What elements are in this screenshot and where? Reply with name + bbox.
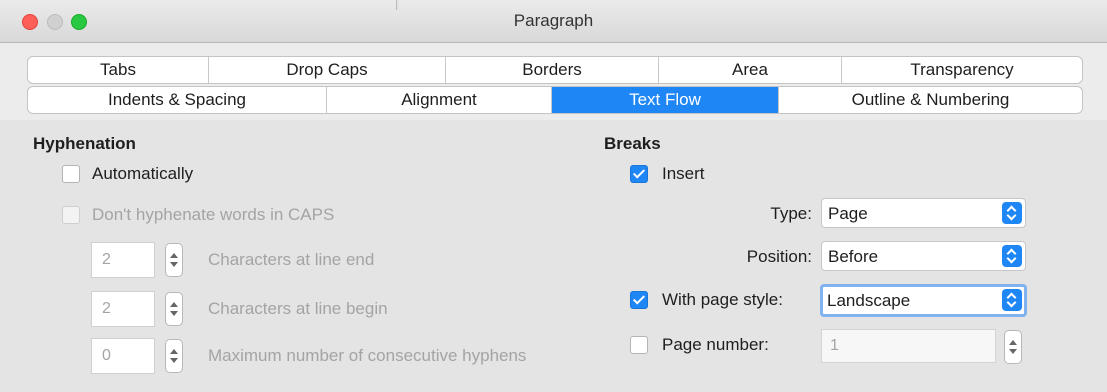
page-style-select[interactable]: Landscape <box>820 284 1027 317</box>
tab-borders[interactable]: Borders <box>446 57 659 83</box>
tab-tabs[interactable]: Tabs <box>28 57 209 83</box>
automatically-label: Automatically <box>92 164 194 183</box>
line-begin-stepper-icon[interactable] <box>165 292 183 326</box>
type-select[interactable]: Page <box>821 198 1026 228</box>
chevron-updown-icon <box>1002 289 1022 311</box>
tab-indents-spacing[interactable]: Indents & Spacing <box>28 87 327 113</box>
position-label: Position: <box>746 247 812 266</box>
line-end-field[interactable]: 2 <box>91 242 155 278</box>
tab-area[interactable]: Area <box>659 57 842 83</box>
insert-checkbox[interactable] <box>630 165 648 183</box>
tab-outline-numbering[interactable]: Outline & Numbering <box>779 87 1082 113</box>
page-number-checkbox[interactable] <box>630 336 648 354</box>
type-value: Page <box>828 204 868 223</box>
caps-checkbox[interactable] <box>62 206 80 224</box>
background-window-edge <box>396 0 399 10</box>
page-style-value: Landscape <box>827 291 911 310</box>
hyphenation-heading: Hyphenation <box>33 134 136 153</box>
position-value: Before <box>828 247 879 266</box>
caps-label: Don't hyphenate words in CAPS <box>92 205 335 224</box>
page-number-label: Page number: <box>662 335 769 354</box>
page-number-stepper-icon[interactable] <box>1004 330 1022 364</box>
position-select[interactable]: Before <box>821 241 1026 271</box>
title-bar: Paragraph <box>0 0 1107 43</box>
breaks-heading: Breaks <box>604 134 661 153</box>
line-begin-field[interactable]: 2 <box>91 291 155 327</box>
tab-transparency[interactable]: Transparency <box>842 57 1082 83</box>
max-hyphens-stepper-icon[interactable] <box>165 339 183 373</box>
max-hyphens-field[interactable]: 0 <box>91 338 155 374</box>
chevron-updown-icon <box>1002 245 1022 267</box>
tab-text-flow[interactable]: Text Flow <box>552 87 779 113</box>
text-flow-panel: Hyphenation Automatically Don't hyphenat… <box>0 120 1107 392</box>
max-hyphens-label: Maximum number of consecutive hyphens <box>208 346 527 365</box>
page-style-checkbox[interactable] <box>630 291 648 309</box>
type-label: Type: <box>770 204 812 223</box>
tab-alignment[interactable]: Alignment <box>327 87 552 113</box>
line-begin-label: Characters at line begin <box>208 299 388 318</box>
tab-bar-top: Tabs Drop Caps Borders Area Transparency <box>27 56 1083 84</box>
window-title: Paragraph <box>513 11 594 30</box>
chevron-updown-icon <box>1002 202 1022 224</box>
tab-drop-caps[interactable]: Drop Caps <box>209 57 446 83</box>
automatically-checkbox[interactable] <box>62 165 80 183</box>
page-number-field[interactable]: 1 <box>821 329 996 363</box>
tab-bar-bottom: Indents & Spacing Alignment Text Flow Ou… <box>27 86 1083 114</box>
insert-label: Insert <box>662 164 705 183</box>
page-style-label: With page style: <box>662 290 783 309</box>
line-end-label: Characters at line end <box>208 250 375 269</box>
line-end-stepper-icon[interactable] <box>165 243 183 277</box>
